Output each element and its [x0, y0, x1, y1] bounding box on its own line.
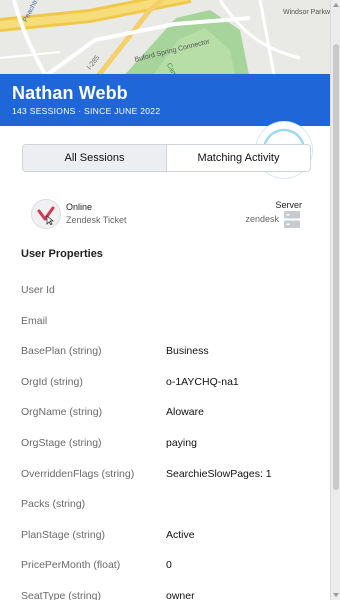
zendesk-check-icon — [31, 199, 61, 229]
server-icon — [284, 211, 300, 228]
status-side-value: zendesk — [245, 214, 279, 224]
property-value: Active — [166, 528, 195, 541]
status-state: Online — [66, 202, 93, 212]
tab-all-sessions[interactable]: All Sessions — [23, 145, 166, 171]
scroll-up-arrow-icon[interactable] — [333, 3, 339, 7]
property-row: OrgStage (string) paying — [21, 437, 321, 468]
property-row: PlanStage (string) Active — [21, 529, 321, 560]
user-properties-list: User Id Email BasePlan (string) Business Org… — [21, 284, 321, 600]
property-key: Email — [21, 314, 48, 327]
user-detail-panel: Nathan Webb 143 SESSIONS · SINCE JUNE 20… — [0, 74, 330, 600]
property-value: owner — [166, 589, 195, 600]
property-value: o-1AYCHQ-na1 — [166, 375, 239, 388]
property-value: 0 — [166, 559, 172, 572]
check-mark-icon — [37, 206, 55, 225]
scrollbar-thumb[interactable] — [333, 44, 339, 490]
property-row: OrgName (string) Aloware — [21, 406, 321, 437]
tab-matching-activity[interactable]: Matching Activity — [166, 145, 310, 171]
property-value: paying — [166, 436, 197, 449]
map-background: Peachtree Dunwoody Rd I-285 Buford Sprin… — [0, 0, 340, 80]
property-key: OrgName (string) — [21, 406, 103, 419]
property-key: PricePerMonth (float) — [21, 559, 121, 572]
status-side-label: Server — [275, 200, 302, 210]
property-key: BasePlan (string) — [21, 345, 102, 358]
property-row: BasePlan (string) Business — [21, 345, 321, 376]
property-row: OverriddenFlags (string) SearchieSlowPage… — [21, 468, 321, 499]
session-tabs: All Sessions Matching Activity — [22, 144, 311, 172]
user-properties-title: User Properties — [21, 248, 103, 260]
property-key: PlanStage (string) — [21, 528, 106, 541]
property-value: Aloware — [166, 406, 204, 419]
property-key: Packs (string) — [21, 498, 86, 511]
scrollbar[interactable] — [330, 0, 340, 600]
user-session-summary: 143 SESSIONS · SINCE JUNE 2022 — [12, 106, 161, 116]
property-row: SeatType (string) owner — [21, 590, 321, 600]
scroll-down-arrow-icon[interactable] — [333, 593, 339, 597]
property-key: OrgId (string) — [21, 375, 83, 388]
property-value: SearchieSlowPages: 1 — [166, 467, 272, 480]
session-status: Online Zendesk Ticket Server zendesk — [20, 199, 302, 233]
user-name: Nathan Webb — [12, 83, 128, 103]
property-row: Packs (string) — [21, 498, 321, 529]
property-key: User Id — [21, 284, 55, 296]
property-row: PricePerMonth (float) 0 — [21, 559, 321, 590]
property-value: Business — [166, 345, 209, 358]
user-header: Nathan Webb 143 SESSIONS · SINCE JUNE 20… — [0, 74, 330, 126]
property-row: Email — [21, 315, 321, 346]
property-key: SeatType (string) — [21, 589, 101, 600]
status-source: Zendesk Ticket — [66, 215, 127, 225]
property-key: OrgStage (string) — [21, 436, 102, 449]
property-row: User Id — [21, 284, 321, 315]
property-key: OverriddenFlags (string) — [21, 467, 135, 480]
property-row: OrgId (string) o-1AYCHQ-na1 — [21, 376, 321, 407]
